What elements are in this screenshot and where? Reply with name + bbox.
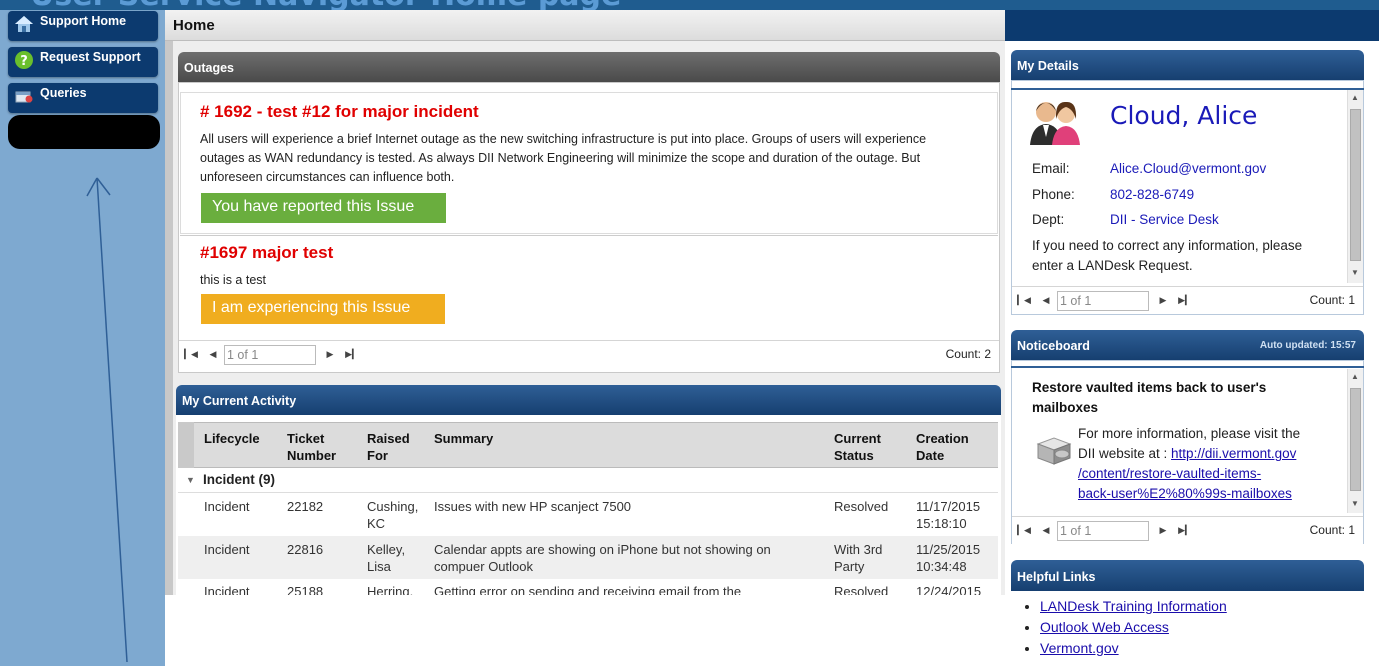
link-landesk-training[interactable]: LANDesk Training Information: [1040, 598, 1227, 614]
noticeboard-panel-header: Noticeboard Auto updated: 15:57: [1011, 330, 1364, 360]
col-header-lifecycle[interactable]: Lifecycle: [204, 430, 260, 447]
scroll-thumb[interactable]: [1350, 388, 1361, 491]
cell-summary: Getting error on sending and receiving e…: [434, 584, 742, 595]
next-page-icon[interactable]: ▶: [322, 349, 338, 360]
col-header-summary[interactable]: Summary: [434, 430, 493, 447]
cell-lifecycle: Incident: [204, 499, 250, 514]
last-page-icon[interactable]: ▶▎: [1177, 525, 1193, 536]
right-header-bar: [1005, 10, 1379, 41]
divider: [1011, 366, 1364, 368]
cell-raised-for: Kelley, Lisa: [367, 542, 406, 574]
details-scrollbar[interactable]: ▲ ▼: [1347, 90, 1363, 283]
scroll-down-icon[interactable]: ▼: [1351, 268, 1359, 277]
next-page-icon[interactable]: ▶: [1155, 295, 1171, 306]
noticeboard-scrollbar[interactable]: ▲ ▼: [1347, 369, 1363, 513]
cell-summary: Calendar appts are showing on iPhone but…: [434, 542, 771, 574]
cell-date: 11/25/2015 10:34:48: [916, 542, 981, 574]
cell-status: Resolved: [834, 499, 889, 514]
notice-link[interactable]: /content/restore-vaulted-items-: [1078, 464, 1343, 484]
user-name: Cloud, Alice: [1110, 101, 1258, 130]
outages-pager: ▎◀ ◀ 1 of 1 ▶ ▶▎ Count: 2: [179, 340, 999, 368]
outages-count: Count: 2: [945, 347, 991, 361]
dept-value: DII - Service Desk: [1110, 212, 1219, 227]
details-panel-header: My Details: [1011, 50, 1364, 80]
metal-blocks-icon: [1032, 430, 1078, 471]
reported-issue-button[interactable]: You have reported this Issue: [201, 193, 446, 223]
notice-title: Restore vaulted items back to user's mai…: [1032, 380, 1267, 415]
nav-main-divider: [165, 10, 173, 595]
cell-summary: Issues with new HP scanject 7500: [434, 499, 632, 514]
first-page-icon[interactable]: ▎◀: [1016, 525, 1032, 536]
outages-panel-header: Outages: [178, 52, 1000, 82]
first-page-icon[interactable]: ▎◀: [1016, 295, 1032, 306]
outage-title: # 1692 - test #12 for major incident: [200, 102, 479, 121]
list-item: Outlook Web Access: [1040, 617, 1227, 638]
email-value[interactable]: Alice.Cloud@vermont.gov: [1110, 161, 1266, 176]
last-page-icon[interactable]: ▶▎: [344, 349, 360, 360]
scroll-up-icon[interactable]: ▲: [1351, 372, 1359, 381]
activity-panel-header: My Current Activity: [176, 385, 1001, 415]
outage-title: #1697 major test: [200, 243, 334, 262]
collapse-group-icon[interactable]: ▼: [186, 475, 195, 485]
top-banner: User Service Navigator Home page: [0, 0, 1379, 10]
cell-lifecycle: Incident: [204, 542, 250, 557]
cell-date: 12/24/2015: [916, 584, 982, 595]
page-input[interactable]: 1 of 1: [1057, 520, 1149, 541]
next-page-icon[interactable]: ▶: [1155, 525, 1171, 536]
experiencing-issue-button[interactable]: I am experiencing this Issue: [201, 294, 445, 324]
col-header-current-status[interactable]: Current Status: [834, 430, 881, 464]
col-header-creation-date[interactable]: Creation Date: [916, 430, 969, 464]
details-pager: ▎◀ ◀ 1 of 1 ▶ ▶▎ Count: 1: [1012, 286, 1363, 314]
col-header-ticket-number[interactable]: Ticket Number: [287, 430, 336, 464]
auto-updated-label: Auto updated: 15:57: [1259, 340, 1356, 351]
outage-description: All users will experience a brief Intern…: [200, 132, 927, 184]
list-item: LANDesk Training Information: [1040, 596, 1227, 617]
scroll-up-icon[interactable]: ▲: [1351, 93, 1359, 102]
notice-text: For more information, please visit the D…: [1078, 424, 1343, 504]
prev-page-icon[interactable]: ◀: [205, 349, 221, 360]
list-item: Vermont.gov: [1040, 638, 1227, 659]
users-avatar-icon: [1028, 97, 1084, 150]
page-input[interactable]: 1 of 1: [1057, 290, 1149, 311]
page-input[interactable]: 1 of 1: [224, 344, 316, 365]
helpful-links-list: LANDesk Training Information Outlook Web…: [1020, 596, 1227, 659]
first-page-icon[interactable]: ▎◀: [183, 349, 199, 360]
scroll-down-icon[interactable]: ▼: [1351, 499, 1359, 508]
divider: [1011, 88, 1364, 90]
cell-ticket: 25188: [287, 584, 324, 595]
noticeboard-pager: ▎◀ ◀ 1 of 1 ▶ ▶▎ Count: 1: [1012, 516, 1363, 544]
helpful-links-panel-header: Helpful Links: [1011, 560, 1364, 591]
notice-link[interactable]: http://dii.vermont.gov: [1171, 446, 1296, 461]
col-header-raised-for[interactable]: Raised For: [367, 430, 410, 464]
group-row-label: Incident (9): [203, 472, 276, 487]
annotation-arrow: [86, 177, 128, 663]
table-row[interactable]: Incident 25188 Herring, Getting error on…: [178, 579, 998, 595]
prev-page-icon[interactable]: ◀: [1038, 525, 1054, 536]
cell-ticket: 22816: [287, 542, 324, 557]
cell-raised-for: Cushing, KC: [367, 499, 419, 531]
outage-description: this is a test: [200, 273, 266, 287]
notice-link[interactable]: back-user%E2%80%99s-mailboxes: [1078, 484, 1343, 504]
cell-lifecycle: Incident: [204, 584, 250, 595]
activity-header-gutter: [178, 422, 194, 468]
prev-page-icon[interactable]: ◀: [1038, 295, 1054, 306]
page-title: Home: [165, 10, 1005, 41]
link-outlook-web-access[interactable]: Outlook Web Access: [1040, 619, 1169, 635]
phone-label: Phone:: [1032, 187, 1075, 202]
cell-raised-for: Herring,: [367, 584, 414, 595]
email-label: Email:: [1032, 161, 1070, 176]
dept-label: Dept:: [1032, 212, 1065, 227]
last-page-icon[interactable]: ▶▎: [1177, 295, 1193, 306]
scroll-thumb[interactable]: [1350, 109, 1361, 261]
details-note: If you need to correct any information, …: [1032, 238, 1303, 273]
cell-ticket: 22182: [287, 499, 324, 514]
phone-value: 802-828-6749: [1110, 187, 1195, 202]
link-vermont-gov[interactable]: Vermont.gov: [1040, 640, 1119, 656]
noticeboard-count: Count: 1: [1309, 523, 1355, 537]
cell-status: With 3rd Party: [834, 542, 883, 574]
cell-date: 11/17/2015 15:18:10: [916, 499, 981, 531]
details-count: Count: 1: [1309, 293, 1355, 307]
cell-status: Resolved: [834, 584, 889, 595]
